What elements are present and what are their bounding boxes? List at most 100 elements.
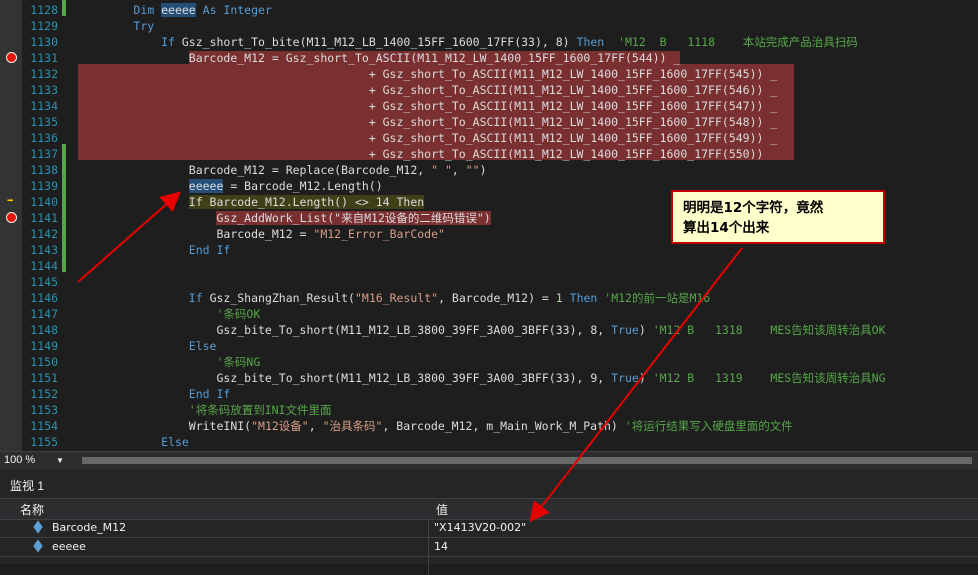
code-token: "" [465,163,480,177]
code-line[interactable]: + Gsz_short_To_ASCII(M11_M12_LW_1400_15F… [78,66,778,82]
code-token: Else [161,435,189,449]
code-token: + Gsz_short_To_ASCII(M11_M12_LW_1400_15F… [78,67,778,81]
line-number: 1136 [30,131,58,145]
code-line[interactable]: + Gsz_short_To_ASCII(M11_M12_LW_1400_15F… [78,114,778,130]
code-token: Then [576,35,605,49]
annotation-callout: 明明是12个字符，竟然 算出14个出来 [671,190,885,244]
zoom-dropdown[interactable]: 100 % ▼ [4,452,64,469]
code-token: ) [638,323,653,337]
code-token: = Barcode_M12.Length() [223,179,383,193]
code-line[interactable]: If Gsz_short_To_bite(M11_M12_LB_1400_15F… [78,34,858,50]
code-token: + Gsz_short_To_ASCII(M11_M12_LW_1400_15F… [78,131,778,145]
code-token: Barcode_M12 = Gsz_short_To_ASCII(M11_M12… [188,51,681,65]
code-line[interactable]: '条码OK [78,306,260,322]
horizontal-scrollbar[interactable] [82,457,972,464]
code-token: "治具条码" [322,419,383,433]
code-line[interactable]: Barcode_M12 = Replace(Barcode_M12, " ", … [78,162,487,178]
code-line[interactable]: WriteINI("M12设备", "治具条码", Barcode_M12, m… [78,418,793,434]
code-line[interactable]: eeeee = Barcode_M12.Length() [78,178,383,194]
code-token: 'M12的前一站是M16 [597,291,711,305]
code-line[interactable]: '条码NG [78,354,260,370]
code-line[interactable]: + Gsz_short_To_ASCII(M11_M12_LW_1400_15F… [78,130,778,146]
code-token: Dim [133,3,162,17]
watch-value: "X1413V20-002" [434,521,527,534]
line-number: 1134 [30,99,58,113]
code-line[interactable]: End If [78,242,231,258]
code-line[interactable]: Else [78,434,189,450]
code-token: If Barcode_M12.Length() <> 14 Then [188,195,425,209]
code-line[interactable]: If Gsz_ShangZhan_Result("M16_Result", Ba… [78,290,710,306]
breakpoint-gutter[interactable]: ➡ [0,0,22,451]
annotation-line: 算出14个出来 [683,220,770,236]
change-bar [62,144,66,272]
code-token: Then [569,291,598,305]
watch-row-empty[interactable] [0,557,978,575]
code-token: + Gsz_short_To_ASCII(M11_M12_LW_1400_15F… [78,99,778,113]
editor-status-bar: 100 % ▼ [0,451,978,469]
code-line[interactable]: + Gsz_short_To_ASCII(M11_M12_LW_1400_15F… [78,98,778,114]
code-token: 'M12 B 1118 本站完成产品治具扫码 [604,35,858,49]
breakpoint-icon[interactable] [6,212,17,223]
change-bar [62,0,66,16]
watch-row[interactable]: eeeee 14 [0,538,978,557]
code-token: Barcode_M12 = [78,227,314,241]
code-line[interactable]: Gsz_bite_To_short(M11_M12_LB_3800_39FF_3… [78,322,886,338]
line-number: 1144 [30,259,58,273]
value-column-header[interactable]: 值 [436,501,448,518]
code-token: "M12_Error_BarCode" [313,227,445,241]
line-number: 1153 [30,403,58,417]
annotation-line: 明明是12个字符，竟然 [683,200,824,216]
name-column-header[interactable]: 名称 [20,501,44,518]
code-token: ) [638,371,653,385]
code-token: '将运行结果写入硬盘里面的文件 [624,419,793,433]
line-number: 1146 [30,291,58,305]
line-number: 1145 [30,275,58,289]
code-line[interactable]: End If [78,386,231,402]
code-token: WriteINI( [78,419,252,433]
code-line[interactable]: Gsz_bite_To_short(M11_M12_LB_3800_39FF_3… [78,370,885,386]
code-token: '条码OK [216,307,261,321]
code-line[interactable]: Else [78,338,217,354]
code-line[interactable]: Barcode_M12 = Gsz_short_To_ASCII(M11_M12… [78,50,681,66]
code-line[interactable]: + Gsz_short_To_ASCII(M11_M12_LW_1400_15F… [78,82,778,98]
code-token: End If [188,387,231,401]
watch-window: 监视 1 名称 值 Barcode_M12 "X1413V20-002" eee… [0,469,978,575]
line-number: 1141 [30,211,58,225]
code-line[interactable]: '将条码放置到INI文件里面 [78,402,332,418]
code-line[interactable]: Barcode_M12 = "M12_Error_BarCode" [78,226,445,242]
line-number: 1140 [30,195,58,209]
line-number: 1133 [30,83,58,97]
code-token: '将条码放置到INI文件里面 [188,403,332,417]
watch-row[interactable]: Barcode_M12 "X1413V20-002" [0,519,978,538]
code-token: + Gsz_short_To_ASCII(M11_M12_LW_1400_15F… [78,115,778,129]
code-token: '条码NG [216,355,261,369]
code-line[interactable]: Gsz_AddWork_List("来自M12设备的二维码错误") [78,210,491,226]
line-number: 1152 [30,387,58,401]
code-line[interactable]: Try [78,18,154,34]
code-line[interactable]: If Barcode_M12.Length() <> 14 Then [78,194,425,210]
code-line[interactable]: + Gsz_short_To_ASCII(M11_M12_LW_1400_15F… [78,146,764,162]
code-token: Gsz_ShangZhan_Result( [202,291,355,305]
breakpoint-icon[interactable] [6,52,17,63]
current-line-arrow-icon: ➡ [7,194,14,207]
code-line[interactable]: Dim eeeee As Integer [78,2,272,18]
code-token: Barcode_M12 = Replace(Barcode_M12, [78,163,432,177]
code-token: If [188,291,203,305]
code-token: Gsz_bite_To_short(M11_M12_LB_3800_39FF_3… [78,371,612,385]
code-token: 'M12 B 1318 MES告知该周转治具OK [652,323,886,337]
line-number: 1143 [30,243,58,257]
watch-value: 14 [434,540,448,553]
code-token: eeeee [188,179,224,193]
code-token: , [451,163,466,177]
watch-variable-icon [33,539,43,553]
code-token: , Barcode_M12) = [438,291,556,305]
